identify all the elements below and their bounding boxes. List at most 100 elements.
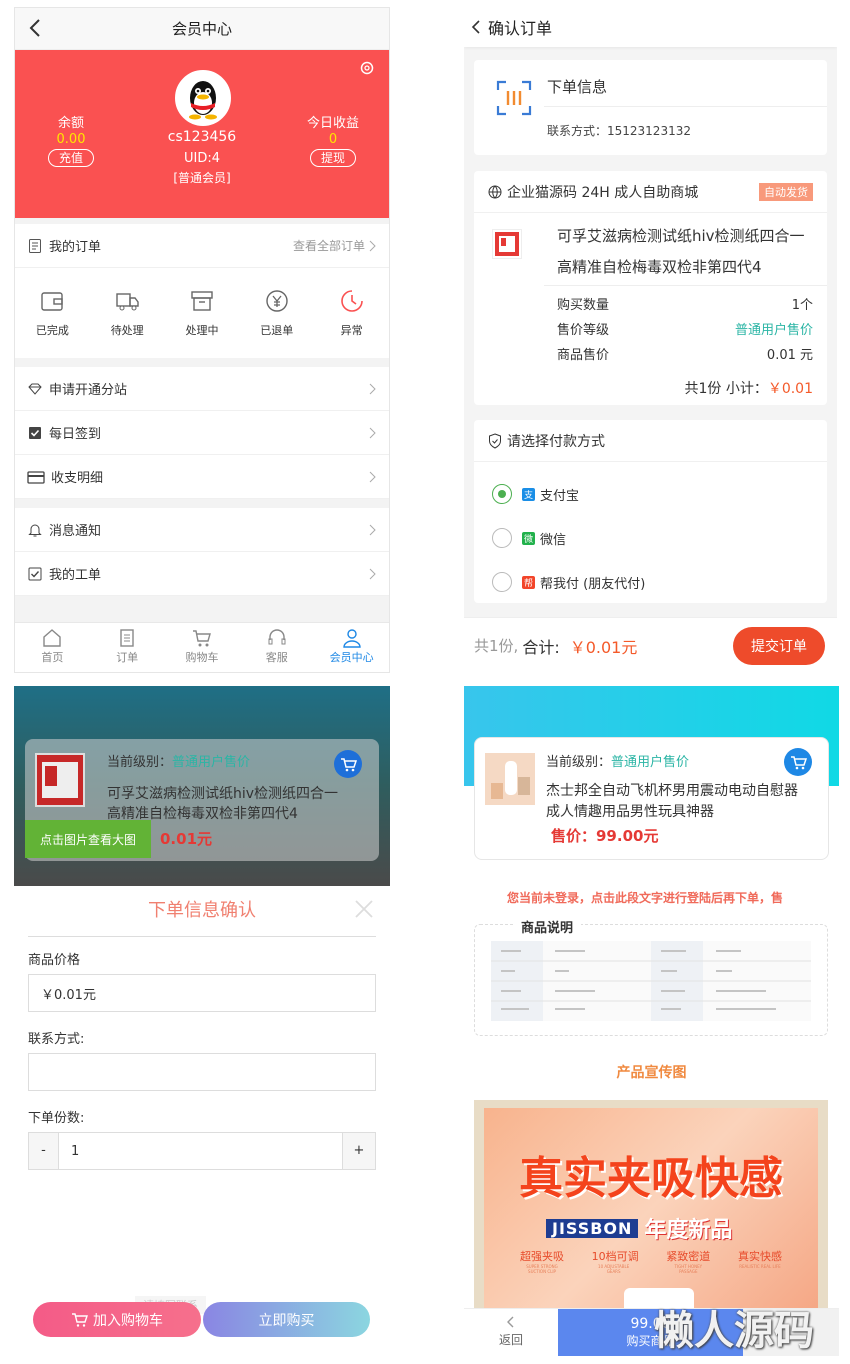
profile-header: 余额 0.00 充值 cs123456 UID:4 [普通会员] 今日收益 0 … (15, 50, 389, 218)
member-center-screen: 会员中心 余额 0.00 充值 cs123456 UID:4 [普通会员] 今日… (14, 7, 390, 673)
tab-service[interactable]: 客服 (239, 623, 314, 672)
bottom-tab-bar: 首页 订单 购物车 客服 会员中心 (15, 622, 389, 672)
footer-count: 共1份, (474, 637, 519, 655)
product-summary-card: 当前级别：普通用户售价 杰士邦全自动飞机杯男用震动电动自慰器成人情趣用品男性玩具… (474, 737, 829, 860)
globe-icon (488, 185, 502, 198)
view-big-image-tag[interactable]: 点击图片查看大图 (25, 820, 151, 858)
member-rank: [普通会员] (173, 171, 231, 185)
my-orders-row[interactable]: 我的订单 查看全部订单 (15, 224, 389, 268)
minus-button[interactable]: - (29, 1133, 59, 1169)
product-thumb[interactable] (35, 753, 85, 807)
chevron-right-icon (369, 471, 376, 482)
menu-group-1: 申请开通分站 每日签到 收支明细 (15, 367, 389, 499)
product-title: 杰士邦全自动飞机杯男用震动电动自慰器成人情趣用品男性玩具神器 (546, 783, 798, 820)
checklist-icon (28, 567, 42, 580)
radio-selected[interactable] (492, 484, 512, 504)
price-field: ￥0.01元 (28, 974, 376, 1012)
level-label: 当前级别： (546, 755, 612, 770)
settings-icon[interactable] (359, 60, 375, 76)
apply-substation-item[interactable]: 申请开通分站 (15, 367, 389, 411)
diamond-icon (28, 383, 42, 395)
home-icon (43, 629, 62, 647)
auto-delivery-badge: 自动发货 (759, 182, 813, 201)
level-value: 普通用户售价 (172, 755, 251, 770)
headset-icon (268, 629, 286, 645)
qty-label: 下单份数: (28, 1111, 85, 1126)
my-tickets-item[interactable]: 我的工单 (15, 552, 389, 596)
confirm-modal: 下单信息确认 商品价格 ￥0.01元 联系方式: 下单份数: - 1 + 请填写… (14, 886, 390, 1356)
pay-wechat[interactable]: 微 微信 (474, 516, 827, 560)
modal-title: 下单信息确认 (148, 900, 256, 921)
product-title: 可孚艾滋病检测试纸hiv检测纸四合一高精准自检梅毒双检非第四代4 (107, 786, 339, 822)
wechat-icon: 微 (522, 531, 535, 545)
level-value: 普通用户售价 (611, 755, 690, 770)
alipay-icon: 支 (522, 487, 535, 501)
contact-input[interactable] (28, 1053, 376, 1091)
order-confirm-modal-screen: 当前级别：普通用户售价 可孚艾滋病检测试纸hiv检测纸四合一高精准自检梅毒双检非… (14, 686, 390, 1356)
subtotal: 共1份 小计：￥0.01 (684, 381, 813, 397)
quantity-input[interactable]: 1 (59, 1144, 342, 1159)
back-icon[interactable] (470, 18, 484, 36)
order-state-refunded[interactable]: 已退单 (239, 288, 314, 338)
plus-button[interactable]: + (342, 1133, 375, 1169)
top-bar: 确认订单 (464, 7, 837, 47)
chevron-right-icon (369, 383, 376, 394)
tab-home[interactable]: 首页 (15, 623, 90, 672)
footer-total: ￥0.01元 (569, 637, 638, 657)
login-notice-link[interactable]: 您当前未登录，点击此段文字进行登陆后再下单，售 (507, 889, 783, 906)
cart-button-icon[interactable] (334, 750, 362, 778)
cart-button-icon[interactable] (784, 748, 812, 776)
user-icon (342, 629, 361, 648)
order-status-row: 已完成 待处理 处理中 已退单 异常 (15, 268, 389, 358)
view-all-orders-link[interactable]: 查看全部订单 (293, 237, 377, 254)
qq-penguin-icon (189, 81, 217, 120)
scan-icon (496, 80, 532, 116)
back-button[interactable]: 返回 (464, 1309, 558, 1356)
order-state-pending[interactable]: 待处理 (90, 288, 165, 338)
radio[interactable] (492, 572, 512, 592)
tab-member-center[interactable]: 会员中心 (314, 623, 389, 672)
tab-orders[interactable]: 订单 (90, 623, 165, 672)
chevron-left-icon (507, 1316, 514, 1328)
add-to-cart-button[interactable]: 加入购物车 (33, 1302, 201, 1337)
site-watermark: 懒人源码 (654, 1307, 814, 1354)
footer-total-label: 合计: (522, 637, 560, 657)
tab-cart[interactable]: 购物车 (165, 623, 240, 672)
quantity-stepper: - 1 + (28, 1132, 376, 1170)
level-label: 当前级别： (107, 755, 173, 770)
submit-order-button[interactable]: 提交订单 (733, 626, 825, 665)
chevron-right-icon (369, 240, 376, 251)
product-image (495, 232, 519, 256)
quantity-row: 购买数量 1个 (557, 298, 813, 313)
order-state-processing[interactable]: 处理中 (165, 288, 240, 338)
order-info-title: 下单信息 (547, 78, 608, 96)
order-state-completed[interactable]: 已完成 (15, 288, 90, 338)
payment-title: 请选择付款方式 (507, 433, 605, 450)
order-state-exception[interactable]: 异常 (314, 288, 389, 338)
close-icon[interactable] (354, 899, 374, 919)
daily-checkin-item[interactable]: 每日签到 (15, 411, 389, 455)
income-label: 今日收益 (306, 116, 359, 131)
product-thumb[interactable] (485, 753, 535, 805)
contact-info: 联系方式：15123123132 (547, 124, 691, 138)
truck-icon (116, 293, 139, 311)
product-image (485, 753, 535, 805)
shop-name: 企业猫源码 24H 成人自助商城 (507, 184, 699, 201)
buy-now-button[interactable]: 立即购买 (203, 1302, 370, 1337)
box-icon (191, 291, 213, 311)
notifications-item[interactable]: 消息通知 (15, 508, 389, 552)
back-icon[interactable] (25, 17, 47, 39)
radio[interactable] (492, 528, 512, 548)
confirm-order-screen: 确认订单 下单信息 联系方式：15123123132 企业猫源码 24H 成人自… (464, 7, 837, 673)
income-details-item[interactable]: 收支明细 (15, 455, 389, 499)
withdraw-button[interactable]: 提现 (309, 149, 356, 167)
order-list-icon (29, 238, 41, 253)
avatar[interactable] (175, 70, 231, 126)
feature-list: 超强夹吸 SUPER STRONG SUCTION CLIP 10档可调 10 AD… (520, 1250, 782, 1274)
payment-card: 请选择付款方式 支 支付宝 微 微信 帮 帮我付 (朋友代付) (474, 420, 827, 603)
checkout-bar: 共1份, 合计: ￥0.01元 提交订单 (464, 617, 837, 673)
my-orders-label: 我的订单 (49, 240, 102, 255)
pay-alipay[interactable]: 支 支付宝 (474, 472, 827, 516)
product-thumb[interactable] (492, 229, 522, 259)
pay-friend[interactable]: 帮 帮我付 (朋友代付) (474, 560, 827, 604)
